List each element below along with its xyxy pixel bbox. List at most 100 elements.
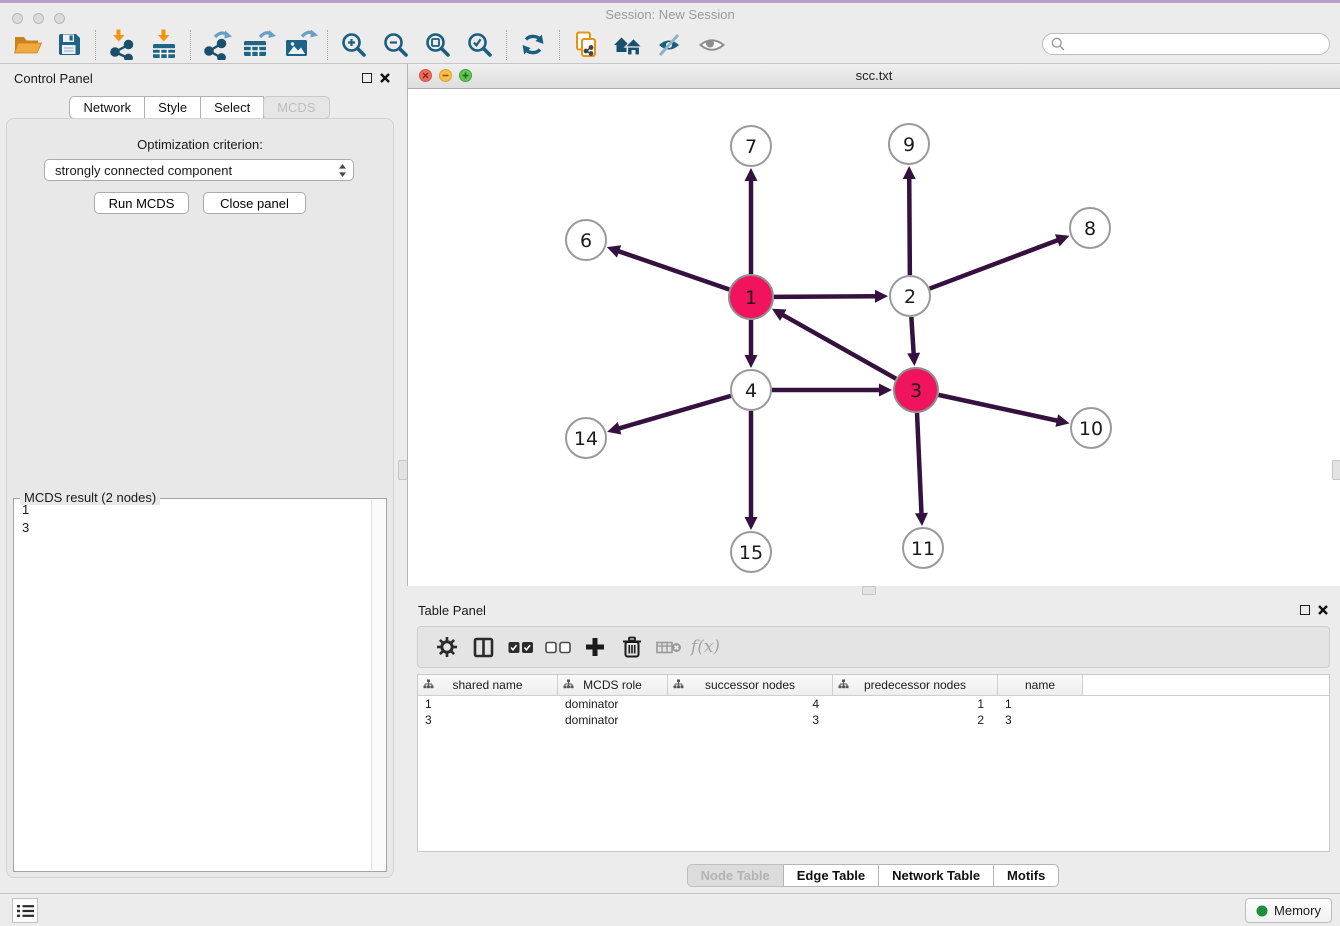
tab-edge-table[interactable]: Edge Table <box>783 864 879 887</box>
status-bar: Memory <box>0 893 1340 926</box>
network-window-titlebar[interactable]: scc.txt <box>407 64 1340 89</box>
graph-edge[interactable] <box>911 317 913 355</box>
zoom-in-button[interactable] <box>333 28 375 62</box>
graph-edge[interactable] <box>930 240 1059 289</box>
right-splitter-handle[interactable] <box>1332 460 1340 480</box>
close-panel-button[interactable]: Close panel <box>203 192 306 214</box>
table-cell[interactable]: 1 <box>833 696 998 712</box>
add-button[interactable] <box>576 631 613 663</box>
zoom-out-button[interactable] <box>375 28 417 62</box>
table-row[interactable]: 1dominator411 <box>418 696 1329 712</box>
delete-column-button[interactable] <box>650 631 687 663</box>
column-header-name[interactable]: name <box>998 675 1083 695</box>
tab-style[interactable]: Style <box>144 96 201 119</box>
run-mcds-button[interactable]: Run MCDS <box>94 192 189 214</box>
graph-node-2[interactable]: 2 <box>890 276 930 316</box>
delete-button[interactable] <box>613 631 650 663</box>
table-cell[interactable]: 1 <box>998 696 1083 712</box>
mcds-result-list[interactable]: 13 <box>15 501 371 870</box>
column-header-shared-name[interactable]: shared name <box>418 675 558 695</box>
tab-motifs[interactable]: Motifs <box>993 864 1059 887</box>
graph-node-11[interactable]: 11 <box>903 528 943 568</box>
table-cell[interactable]: 3 <box>418 712 558 728</box>
zoom-selected-button[interactable] <box>459 28 501 62</box>
table-cell[interactable]: 3 <box>668 712 833 728</box>
graph-node-1[interactable]: 1 <box>729 275 773 319</box>
zoom-selected-icon <box>467 32 493 58</box>
control-panel-header: Control Panel <box>0 64 400 94</box>
graph-edge[interactable] <box>618 396 731 429</box>
maximize-window-icon[interactable] <box>54 13 65 24</box>
column-header-predecessor-nodes[interactable]: predecessor nodes <box>833 675 998 695</box>
zoom-fit-button[interactable] <box>417 28 459 62</box>
tab-mcds[interactable]: MCDS <box>263 96 329 119</box>
graph-node-3[interactable]: 3 <box>894 368 938 412</box>
export-network-button[interactable] <box>196 28 238 62</box>
graph-node-9[interactable]: 9 <box>889 124 929 164</box>
minimize-window-icon[interactable] <box>33 13 44 24</box>
export-table-button[interactable] <box>238 28 280 62</box>
graph-node-4[interactable]: 4 <box>731 370 771 410</box>
graph-edge[interactable] <box>774 296 877 297</box>
graph-node-10[interactable]: 10 <box>1071 408 1111 448</box>
search-box[interactable] <box>1042 33 1330 55</box>
home-layout-button[interactable] <box>607 28 649 62</box>
tab-node-table[interactable]: Node Table <box>687 864 784 887</box>
bottom-splitter-handle[interactable] <box>862 586 876 595</box>
window-traffic-lights[interactable] <box>12 13 65 24</box>
column-header-successor-nodes[interactable]: successor nodes <box>668 675 833 695</box>
graph-edge[interactable] <box>617 251 729 290</box>
save-session-button[interactable] <box>48 28 90 62</box>
graph-edge[interactable] <box>917 413 922 515</box>
graph-node-6[interactable]: 6 <box>566 220 606 260</box>
result-scrollbar[interactable] <box>371 500 385 870</box>
memory-button[interactable]: Memory <box>1245 898 1332 923</box>
table-cell[interactable]: 4 <box>668 696 833 712</box>
export-image-button[interactable] <box>280 28 322 62</box>
optimization-select[interactable]: strongly connected component <box>44 159 354 181</box>
close-window-icon[interactable] <box>12 13 23 24</box>
graph-node-15[interactable]: 15 <box>731 532 771 572</box>
hide-selected-button[interactable] <box>649 28 691 62</box>
close-panel-icon[interactable] <box>379 72 391 84</box>
refresh-view-button[interactable] <box>512 28 554 62</box>
float-panel-icon[interactable] <box>362 73 372 83</box>
graph-node-7[interactable]: 7 <box>731 126 771 166</box>
import-network-button[interactable] <box>101 28 143 62</box>
columns-icon <box>473 637 494 658</box>
network-overview-button[interactable] <box>565 28 607 62</box>
graph-node-14[interactable]: 14 <box>566 418 606 458</box>
table-cell[interactable]: dominator <box>558 712 668 728</box>
result-item[interactable]: 1 <box>15 501 371 519</box>
table-cell[interactable]: dominator <box>558 696 668 712</box>
table-cell[interactable]: 1 <box>418 696 558 712</box>
close-table-panel-icon[interactable] <box>1317 604 1329 616</box>
search-input[interactable] <box>1070 36 1329 52</box>
column-header-MCDS-role[interactable]: MCDS role <box>558 675 668 695</box>
graph-edge[interactable] <box>938 395 1058 421</box>
table-panel-header: Table Panel <box>407 597 1340 623</box>
show-column-button[interactable] <box>465 631 502 663</box>
graph-edge[interactable] <box>781 314 895 379</box>
network-graph[interactable]: 7 9 6 8 1 2 4 3 14 10 15 11 <box>408 89 1340 585</box>
node-table[interactable]: shared nameMCDS rolesuccessor nodesprede… <box>417 674 1330 852</box>
graph-node-8[interactable]: 8 <box>1070 208 1110 248</box>
float-table-panel-icon[interactable] <box>1300 605 1310 615</box>
table-cell[interactable]: 2 <box>833 712 998 728</box>
tab-network[interactable]: Network <box>69 96 145 119</box>
graph-edge[interactable] <box>909 177 910 275</box>
function-builder-button[interactable]: f(x) <box>687 631 724 663</box>
table-cell[interactable]: 3 <box>998 712 1083 728</box>
tab-network-table[interactable]: Network Table <box>878 864 994 887</box>
deselect-all-button[interactable] <box>539 631 576 663</box>
result-item[interactable]: 3 <box>15 519 371 537</box>
tab-select[interactable]: Select <box>200 96 264 119</box>
table-row[interactable]: 3dominator323 <box>418 712 1329 728</box>
open-session-button[interactable] <box>6 28 48 62</box>
table-settings-button[interactable] <box>428 631 465 663</box>
show-all-button[interactable] <box>691 28 733 62</box>
import-table-button[interactable] <box>143 28 185 62</box>
task-history-button[interactable] <box>12 898 38 923</box>
select-all-button[interactable] <box>502 631 539 663</box>
network-canvas[interactable]: 7 9 6 8 1 2 4 3 14 10 15 11 <box>407 89 1340 586</box>
